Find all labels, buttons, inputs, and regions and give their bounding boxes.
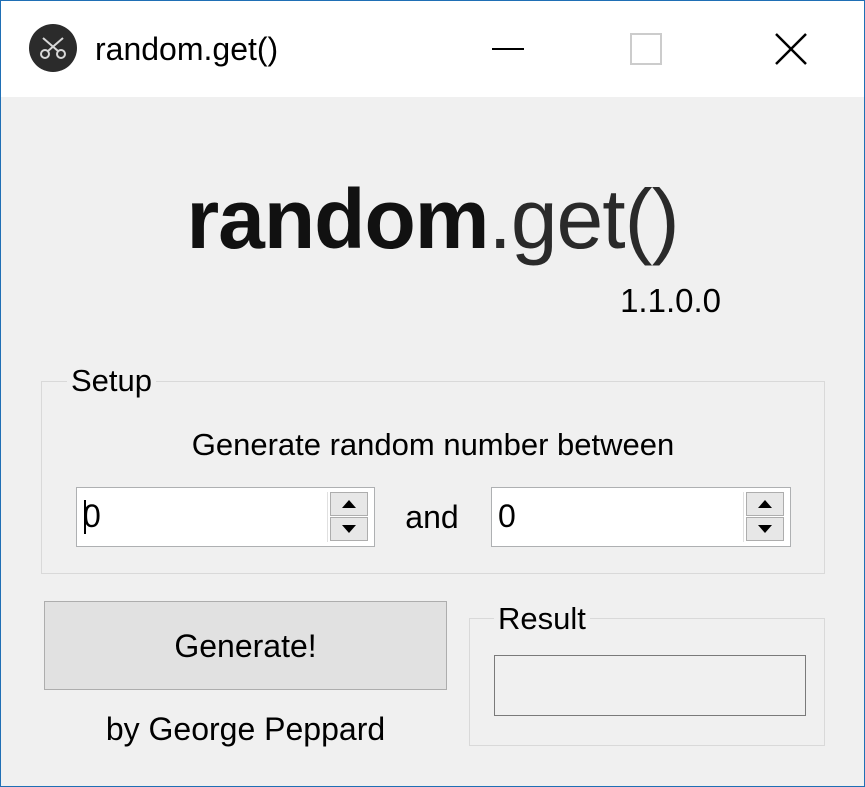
setup-caption: Generate random number between (191, 427, 675, 462)
minimize-icon (492, 48, 524, 50)
maximize-icon (630, 33, 662, 65)
setup-legend: Setup (67, 363, 157, 399)
window-title: random.get() (95, 31, 279, 67)
chevron-up-icon (342, 500, 356, 508)
max-number-input[interactable]: 0 (491, 487, 791, 547)
min-number-input[interactable]: 0 (76, 487, 375, 547)
max-decrement-button[interactable] (746, 517, 784, 541)
minimize-button[interactable] (463, 11, 553, 87)
app-logo: random.get() (1, 169, 864, 269)
maximize-button (601, 11, 691, 87)
chevron-down-icon (758, 525, 772, 533)
logo-bold-text: random (186, 172, 489, 266)
generate-button[interactable]: Generate! (44, 601, 447, 690)
max-spinner (743, 492, 786, 542)
text-caret (84, 500, 86, 534)
chevron-down-icon (342, 525, 356, 533)
and-label: and (405, 499, 459, 535)
close-icon (775, 33, 807, 65)
result-legend: Result (494, 601, 590, 637)
logo-light-text: .get() (488, 172, 679, 266)
max-increment-button[interactable] (746, 492, 784, 516)
author-byline: by George Peppard (105, 711, 386, 747)
max-number-value[interactable]: 0 (498, 496, 516, 536)
min-increment-button[interactable] (330, 492, 368, 516)
version-label: 1.1.0.0 (620, 282, 721, 319)
result-field (494, 655, 806, 716)
min-decrement-button[interactable] (330, 517, 368, 541)
min-spinner (327, 492, 370, 542)
title-bar[interactable]: random.get() (1, 1, 864, 97)
chevron-up-icon (758, 500, 772, 508)
app-window: random.get() random.get() 1.1.0.0 Setup … (0, 0, 865, 787)
close-button[interactable] (746, 11, 836, 87)
scissors-icon[interactable] (29, 24, 77, 72)
